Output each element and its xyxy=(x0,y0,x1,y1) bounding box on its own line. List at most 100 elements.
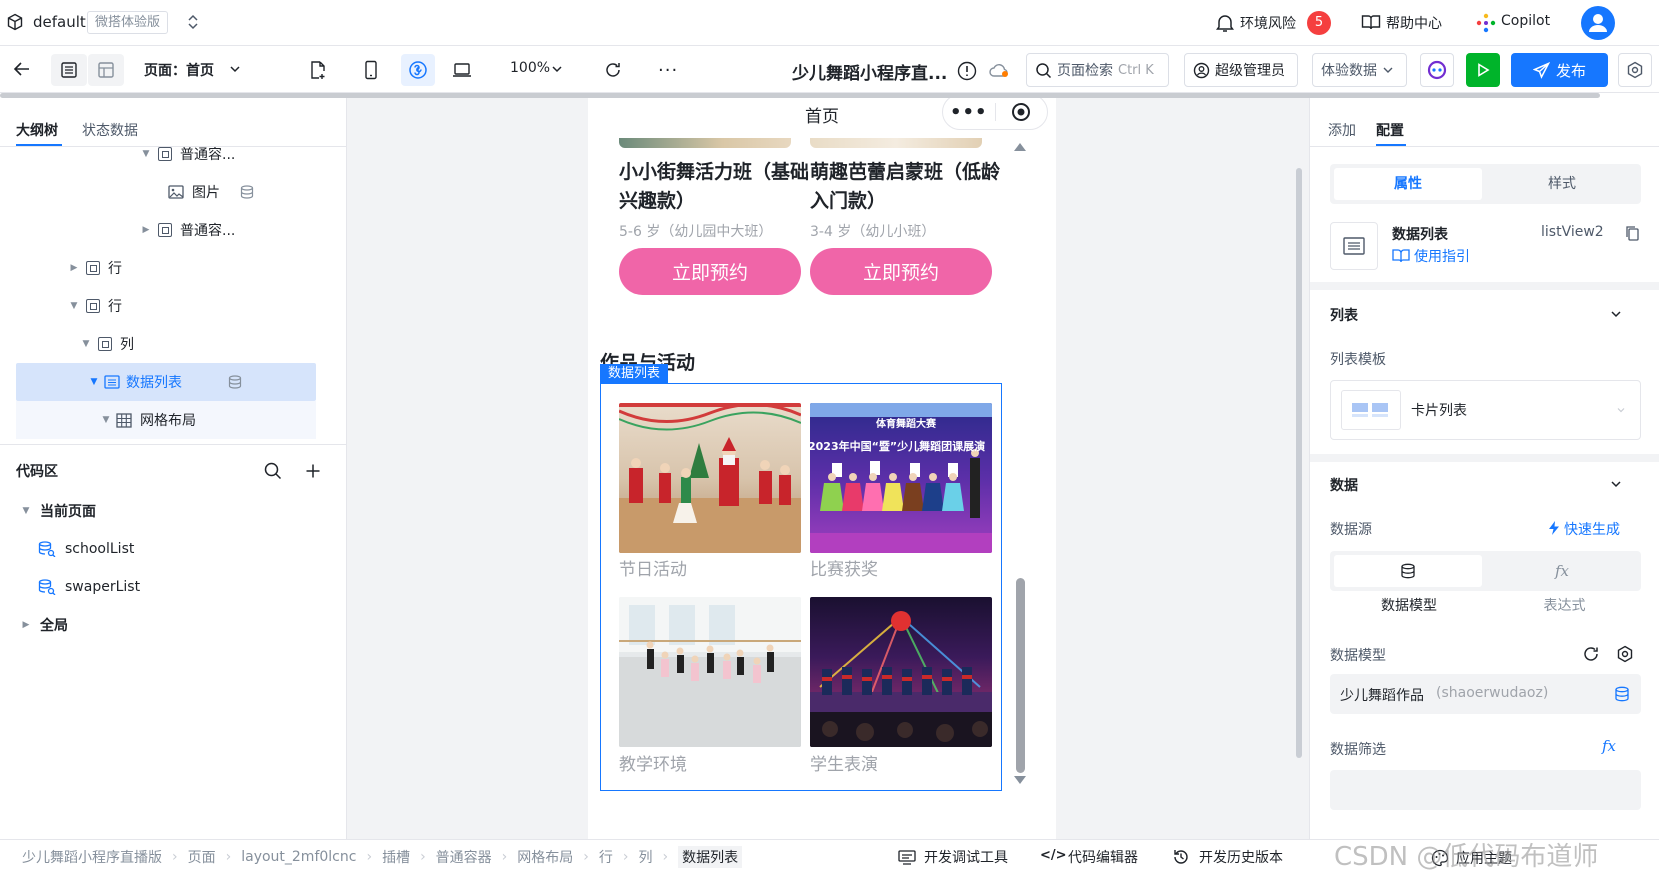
tab-add[interactable]: 添加 xyxy=(1328,120,1356,140)
history-link[interactable]: 开发历史版本 xyxy=(1199,847,1283,867)
refresh-model-icon[interactable] xyxy=(1582,645,1600,663)
close-capsule-icon[interactable] xyxy=(995,102,1047,122)
info-icon[interactable] xyxy=(957,61,977,81)
lightning-icon[interactable] xyxy=(1547,520,1561,536)
photo-award[interactable]: 体育舞蹈大赛 2023年中国“暨”少儿舞蹈团课展演 xyxy=(810,403,992,553)
dev-tools-link[interactable]: 开发调试工具 xyxy=(924,847,1008,867)
more-dots-icon[interactable]: ••• xyxy=(943,102,995,123)
tree-node-container-2[interactable]: ▶ 普通容... xyxy=(0,211,316,249)
breadcrumb-item[interactable]: 网格布局 xyxy=(517,847,573,867)
env-name[interactable]: default xyxy=(33,13,86,31)
selected-component-tag[interactable]: 数据列表 xyxy=(600,364,669,383)
collapse-list-chevron-icon[interactable] xyxy=(1610,308,1622,320)
photo-studio[interactable] xyxy=(619,597,801,747)
tree-node-data-list[interactable]: ▼ 数据列表 xyxy=(16,363,316,401)
code-item-swaper-list[interactable]: swaperList xyxy=(0,568,316,606)
caret-down-icon[interactable]: ▼ xyxy=(80,339,92,349)
photo-stage[interactable] xyxy=(810,597,992,747)
seg-style[interactable]: 样式 xyxy=(1488,168,1636,200)
source-model-option[interactable] xyxy=(1334,555,1482,587)
code-editor-icon[interactable]: </> xyxy=(1040,848,1067,863)
tab-config[interactable]: 配置 xyxy=(1376,120,1404,140)
more-icon[interactable]: ··· xyxy=(658,60,678,81)
breadcrumb-item[interactable]: 少儿舞蹈小程序直播版 xyxy=(22,847,162,867)
capsule-menu[interactable]: ••• xyxy=(942,98,1048,130)
data-filter-field[interactable] xyxy=(1330,770,1641,810)
caret-right-icon[interactable]: ▶ xyxy=(68,263,80,273)
chevron-down-icon[interactable] xyxy=(229,63,241,75)
source-expression-option-icon[interactable]: fx xyxy=(1488,555,1636,587)
caret-down-icon[interactable]: ▼ xyxy=(140,149,152,159)
list-template-select[interactable]: 卡片列表 xyxy=(1330,380,1641,440)
help-center-link[interactable]: 帮助中心 xyxy=(1386,13,1442,33)
data-section-title[interactable]: 数据 xyxy=(1330,475,1358,495)
zoom-chevron-icon[interactable] xyxy=(551,63,563,75)
tree-node-container[interactable]: ▼ 普通容... xyxy=(0,147,316,173)
caret-down-icon[interactable]: ▼ xyxy=(88,377,100,387)
tree-node-column[interactable]: ▼ 列 xyxy=(0,325,316,363)
env-risk-label[interactable]: 环境风险 xyxy=(1240,13,1296,33)
search-code-icon[interactable] xyxy=(264,462,282,480)
breadcrumb-item[interactable]: 行 xyxy=(599,847,613,867)
bell-icon[interactable] xyxy=(1216,13,1234,33)
code-group-global[interactable]: ▶ 全局 xyxy=(0,606,316,644)
breadcrumb-item[interactable]: layout_2mf0lcnc xyxy=(241,849,356,865)
page-selector[interactable]: 页面：首页 xyxy=(144,60,214,80)
admin-role-button[interactable]: 超级管理员 xyxy=(1184,53,1298,87)
caret-right-icon[interactable]: ▶ xyxy=(20,620,32,630)
source-expression-label[interactable]: 表达式 xyxy=(1488,595,1641,615)
preview-button[interactable] xyxy=(1466,53,1500,87)
page-search-box[interactable]: 页面检索 Ctrl K xyxy=(1026,53,1169,87)
source-model-label[interactable]: 数据模型 xyxy=(1330,595,1488,615)
canvas-scrollbar-thumb[interactable] xyxy=(1016,578,1025,773)
data-model-select[interactable]: 少儿舞蹈作品 (shaoerwudaoz) xyxy=(1330,674,1641,714)
list-section-title[interactable]: 列表 xyxy=(1330,305,1358,325)
mobile-device-icon[interactable] xyxy=(364,60,378,80)
copilot-link[interactable]: Copilot xyxy=(1501,13,1550,29)
canvas-outer-scrollbar[interactable] xyxy=(1296,168,1302,758)
back-arrow-icon[interactable] xyxy=(12,59,32,79)
layout-view-toggle-icon[interactable] xyxy=(88,54,124,86)
tree-node-row-1[interactable]: ▶ 行 xyxy=(0,249,316,287)
breadcrumb-current[interactable]: 数据列表 xyxy=(678,845,743,868)
caret-down-icon[interactable]: ▼ xyxy=(68,301,80,311)
caret-down-icon[interactable]: ▼ xyxy=(100,415,112,425)
add-page-icon[interactable] xyxy=(309,60,327,80)
quick-generate-link[interactable]: 快速生成 xyxy=(1564,519,1620,539)
tree-node-image[interactable]: 图片 xyxy=(0,173,316,211)
avatar[interactable] xyxy=(1581,6,1615,40)
code-editor-link[interactable]: 代码编辑器 xyxy=(1068,847,1138,867)
book-button-1[interactable]: 立即预约 xyxy=(619,248,801,295)
desktop-device-icon[interactable] xyxy=(452,61,472,79)
breadcrumb-item[interactable]: 插槽 xyxy=(382,847,410,867)
tab-outline-tree[interactable]: 大纲树 xyxy=(16,120,58,140)
breadcrumb-item[interactable]: 普通容器 xyxy=(436,847,492,867)
photo-christmas[interactable] xyxy=(619,403,801,553)
data-mode-select[interactable]: 体验数据 xyxy=(1312,53,1407,87)
model-settings-icon[interactable] xyxy=(1616,645,1634,663)
book-button-2[interactable]: 立即预约 xyxy=(810,248,992,295)
scroll-up-arrow[interactable] xyxy=(1014,143,1026,151)
caret-down-icon[interactable]: ▼ xyxy=(20,506,32,516)
breadcrumb-item[interactable]: 列 xyxy=(639,847,653,867)
cloud-sync-icon[interactable] xyxy=(988,62,1010,78)
copy-icon[interactable] xyxy=(1625,225,1640,241)
scroll-down-arrow[interactable] xyxy=(1014,776,1026,784)
settings-button[interactable] xyxy=(1618,53,1652,87)
code-item-school-list[interactable]: schoolList xyxy=(0,530,316,568)
tree-node-grid-layout[interactable]: ▼ 网格布局 xyxy=(16,401,316,439)
history-icon[interactable] xyxy=(1172,848,1190,866)
collapse-data-chevron-icon[interactable] xyxy=(1610,478,1622,490)
breadcrumb-item[interactable]: 页面 xyxy=(188,847,216,867)
book-icon[interactable] xyxy=(1361,14,1381,31)
tab-state-data[interactable]: 状态数据 xyxy=(82,120,138,140)
add-code-icon[interactable] xyxy=(305,463,321,479)
miniprogram-device-icon[interactable] xyxy=(401,54,435,86)
copilot-icon[interactable] xyxy=(1476,13,1496,33)
dev-tools-icon[interactable] xyxy=(898,849,916,865)
caret-right-icon[interactable]: ▶ xyxy=(140,225,152,235)
filter-expression-icon[interactable]: fx xyxy=(1602,737,1616,755)
seg-properties[interactable]: 属性 xyxy=(1334,168,1482,200)
guide-link[interactable]: 使用指引 xyxy=(1414,246,1470,266)
outline-view-toggle-icon[interactable] xyxy=(51,54,87,86)
